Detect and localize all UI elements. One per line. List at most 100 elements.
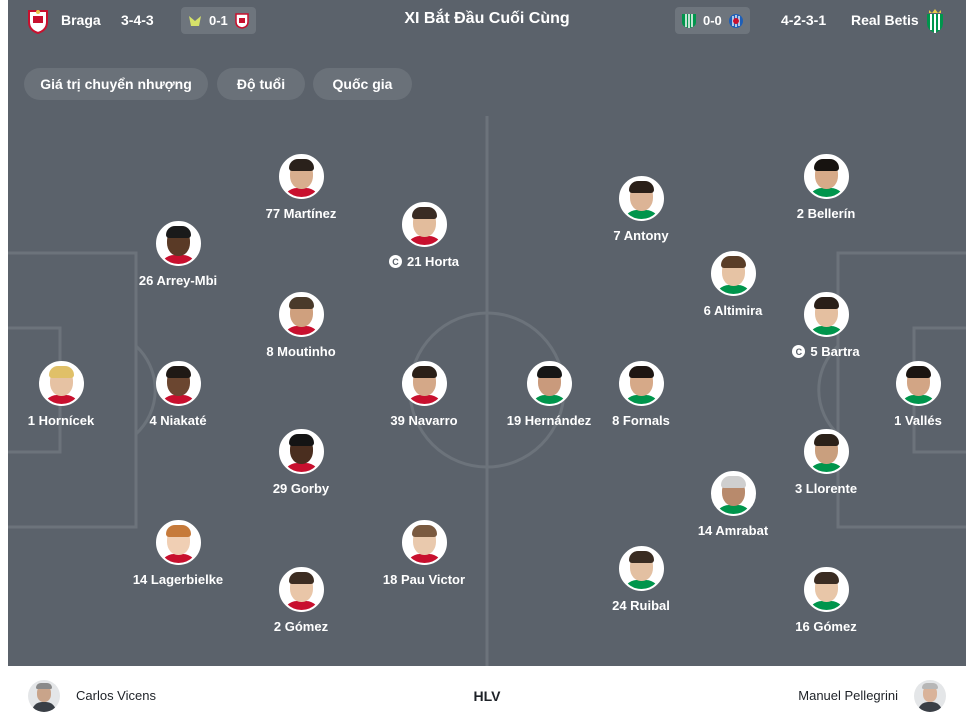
away-coach-avatar[interactable]	[914, 680, 946, 712]
away-player[interactable]: 1 Vallés	[848, 361, 966, 428]
player-name[interactable]: 1 Vallés	[894, 413, 942, 428]
away-previous-score: 0-0	[703, 13, 722, 28]
player-label: 18 Pau Victor	[382, 572, 466, 587]
player-label: 8 Moutinho	[266, 344, 336, 359]
away-player[interactable]: 16 Gómez	[756, 567, 896, 634]
player-avatar[interactable]	[895, 361, 941, 406]
player-avatar[interactable]	[803, 292, 849, 337]
player-name[interactable]: 24 Ruibal	[612, 598, 670, 613]
player-avatar[interactable]	[155, 520, 201, 565]
player-name[interactable]: 4 Niakaté	[149, 413, 206, 428]
player-label: 6 Altimira	[703, 303, 763, 318]
away-previous-match[interactable]: 0-0	[675, 7, 750, 34]
betis-crest-icon	[923, 8, 947, 34]
player-avatar[interactable]	[618, 361, 664, 406]
player-label: 1 Vallés	[894, 413, 942, 428]
player-label: 8 Fornals	[612, 413, 670, 428]
betis-small-crest-icon	[681, 13, 697, 29]
espanyol-crest-icon	[728, 13, 744, 29]
player-label: 3 Llorente	[794, 481, 858, 496]
player-label: 2 Gómez	[273, 619, 329, 634]
player-avatar[interactable]	[710, 251, 756, 296]
player-label: 1 Hornícek	[27, 413, 95, 428]
player-name[interactable]: 7 Antony	[613, 228, 668, 243]
player-name[interactable]: 18 Pau Victor	[383, 572, 465, 587]
away-player[interactable]: 8 Fornals	[571, 361, 711, 428]
player-name[interactable]: 8 Moutinho	[266, 344, 335, 359]
tab-age[interactable]: Độ tuổi	[217, 68, 305, 100]
player-avatar[interactable]	[278, 154, 324, 199]
player-label: 26 Arrey-Mbi	[138, 273, 218, 288]
home-player[interactable]: 4 Niakaté	[108, 361, 248, 428]
player-name[interactable]: 1 Hornícek	[28, 413, 94, 428]
home-player[interactable]: 29 Gorby	[231, 429, 371, 496]
player-name[interactable]: 14 Amrabat	[698, 523, 768, 538]
player-label: 5 Bartra	[810, 344, 860, 359]
home-player[interactable]: 26 Arrey-Mbi	[108, 221, 248, 288]
home-player[interactable]: 2 Gómez	[231, 567, 371, 634]
home-player[interactable]: 18 Pau Victor	[354, 520, 494, 587]
player-label: 24 Ruibal	[612, 598, 670, 613]
player-name[interactable]: C 21 Horta	[388, 254, 459, 269]
player-avatar[interactable]	[155, 221, 201, 266]
player-avatar[interactable]	[155, 361, 201, 406]
captain-badge-icon: C	[792, 345, 806, 358]
player-avatar[interactable]	[618, 546, 664, 591]
coaches-bar: Carlos Vicens HLV Manuel Pellegrini	[8, 666, 966, 725]
player-label: 29 Gorby	[272, 481, 330, 496]
player-name[interactable]: C 5 Bartra	[792, 344, 860, 359]
player-avatar[interactable]	[803, 429, 849, 474]
away-formation: 4-2-3-1	[781, 12, 827, 28]
captain-badge-icon: C	[388, 255, 402, 268]
away-player[interactable]: 24 Ruibal	[571, 546, 711, 613]
player-name[interactable]: 2 Gómez	[274, 619, 328, 634]
player-name[interactable]: 29 Gorby	[273, 481, 329, 496]
player-label: 7 Antony	[613, 228, 669, 243]
player-avatar[interactable]	[618, 176, 664, 221]
player-name[interactable]: 26 Arrey-Mbi	[139, 273, 217, 288]
player-name[interactable]: 14 Lagerbielke	[133, 572, 223, 587]
player-avatar[interactable]	[803, 567, 849, 612]
tab-market-value[interactable]: Giá trị chuyển nhượng	[24, 68, 208, 100]
player-label: 16 Gómez	[795, 619, 857, 634]
player-avatar[interactable]	[401, 520, 447, 565]
home-player[interactable]: 39 Navarro	[354, 361, 494, 428]
filter-tabs: Giá trị chuyển nhượng Độ tuổi Quốc gia	[8, 46, 966, 116]
away-coach-name[interactable]: Manuel Pellegrini	[798, 688, 898, 703]
player-name[interactable]: 77 Martínez	[266, 206, 337, 221]
player-label: 77 Martínez	[265, 206, 337, 221]
tab-nationality[interactable]: Quốc gia	[313, 68, 412, 100]
home-player[interactable]: 8 Moutinho	[231, 292, 371, 359]
away-player[interactable]: 7 Antony	[571, 176, 711, 243]
player-name[interactable]: 6 Altimira	[704, 303, 763, 318]
player-avatar[interactable]	[401, 202, 447, 247]
away-team-name[interactable]: Real Betis	[851, 12, 919, 28]
home-player[interactable]: 14 Lagerbielke	[108, 520, 248, 587]
player-name[interactable]: 2 Bellerín	[797, 206, 856, 221]
player-name[interactable]: 39 Navarro	[390, 413, 457, 428]
home-player[interactable]: C 21 Horta	[354, 202, 494, 269]
player-label: 39 Navarro	[390, 413, 458, 428]
player-avatar[interactable]	[278, 292, 324, 337]
player-avatar[interactable]	[710, 471, 756, 516]
lineup-header: Braga 3-4-3 0-1 XI Bắt Đầu Cuối Cùng 0-0…	[8, 0, 966, 46]
player-label: 4 Niakaté	[149, 413, 207, 428]
home-player[interactable]: 77 Martínez	[231, 154, 371, 221]
away-player[interactable]: 3 Llorente	[756, 429, 896, 496]
player-label: 14 Lagerbielke	[132, 572, 224, 587]
player-avatar[interactable]	[803, 154, 849, 199]
player-avatar[interactable]	[278, 429, 324, 474]
player-label: 14 Amrabat	[697, 523, 769, 538]
player-label: 2 Bellerín	[796, 206, 856, 221]
player-name[interactable]: 8 Fornals	[612, 413, 670, 428]
away-player[interactable]: C 5 Bartra	[756, 292, 896, 359]
lineup-widget: Braga 3-4-3 0-1 XI Bắt Đầu Cuối Cùng 0-0…	[8, 0, 966, 725]
away-player[interactable]: 2 Bellerín	[756, 154, 896, 221]
player-avatar[interactable]	[526, 361, 572, 406]
player-name[interactable]: 16 Gómez	[795, 619, 856, 634]
player-avatar[interactable]	[38, 361, 84, 406]
pitch: 1 Hornícek 26 Arrey-Mbi 4 Niakaté 14 Lagerb…	[8, 116, 966, 666]
player-avatar[interactable]	[278, 567, 324, 612]
player-name[interactable]: 3 Llorente	[795, 481, 857, 496]
player-avatar[interactable]	[401, 361, 447, 406]
